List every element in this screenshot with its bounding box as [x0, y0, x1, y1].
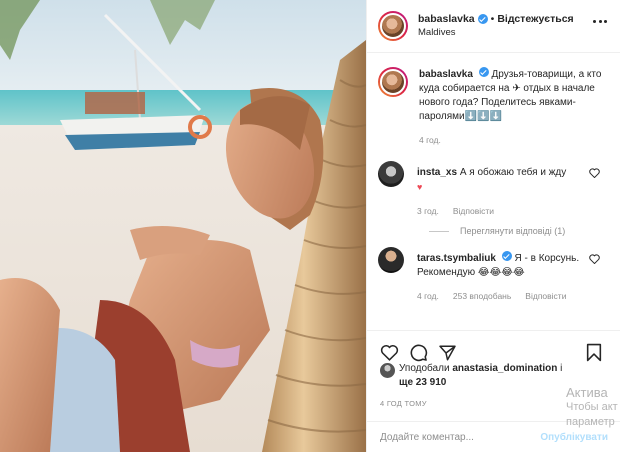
post-timestamp[interactable]: 4 ГОД ТОМУ	[380, 399, 427, 408]
commenter-username[interactable]: taras.tsymbaliuk	[417, 253, 496, 264]
heart-icon[interactable]	[380, 344, 399, 361]
caption-username[interactable]: babaslavka	[419, 69, 473, 80]
reply-button[interactable]: Відповісти	[453, 206, 494, 216]
comment-item: insta_xs А я обожаю тебя и жду ♥ 3 год. …	[378, 161, 608, 216]
replies-divider	[429, 230, 449, 232]
verified-badge-icon	[501, 251, 512, 261]
reply-button[interactable]: Відповісти	[525, 291, 566, 301]
view-replies-label: Переглянути відповіді (1)	[460, 226, 566, 236]
comment-time[interactable]: 4 год.	[417, 291, 439, 301]
post-actions-bar	[367, 330, 620, 366]
commenter-avatar[interactable]	[378, 161, 404, 187]
post-header: babaslavka • Відстежується Maldives	[367, 0, 620, 53]
separator-dot: •	[490, 13, 495, 25]
author-avatar[interactable]	[378, 11, 408, 41]
comment-icon[interactable]	[409, 343, 428, 362]
more-options-icon[interactable]	[593, 20, 607, 24]
publish-button[interactable]: Опублікувати	[540, 432, 608, 443]
post-photo[interactable]	[0, 0, 366, 452]
add-comment-bar: Опублікувати	[367, 421, 620, 452]
verified-badge-icon	[477, 14, 488, 24]
comment-like-heart-icon[interactable]	[589, 168, 600, 178]
following-button[interactable]: Відстежується	[497, 12, 573, 26]
post-location[interactable]: Maldives	[418, 26, 574, 40]
commenter-avatar[interactable]	[378, 247, 404, 273]
comment-like-heart-icon[interactable]	[589, 254, 600, 264]
post-caption: babaslavka Друзья-товарищи, а кто куда с…	[378, 67, 608, 145]
photo-illustration	[0, 0, 366, 452]
comment-likes-count[interactable]: 253 вподобань	[453, 291, 511, 301]
comment-item: taras.tsymbaliuk Я - в Корсунь. Рекоменд…	[378, 247, 608, 301]
likes-conjunction: і	[560, 363, 563, 374]
likes-prefix: Уподобали	[399, 363, 450, 374]
caption-author-avatar[interactable]	[378, 67, 408, 97]
view-replies-button[interactable]: Переглянути відповіді (1)	[429, 226, 608, 236]
comments-list[interactable]: babaslavka Друзья-товарищи, а кто куда с…	[367, 53, 620, 330]
author-username[interactable]: babaslavka	[418, 12, 475, 26]
share-icon[interactable]	[438, 344, 457, 362]
post-details-panel: babaslavka • Відстежується Maldives baba…	[366, 0, 620, 452]
comment-text: А я обожаю тебя и жду	[459, 167, 567, 178]
liker-avatar[interactable]	[380, 363, 395, 378]
liker-username[interactable]: anastasia_domination	[452, 363, 557, 374]
comment-input[interactable]	[380, 431, 541, 443]
likes-more-count[interactable]: ще 23 910	[399, 377, 446, 388]
comment-emoji: ♥	[417, 182, 423, 192]
caption-time[interactable]: 4 год.	[419, 135, 441, 145]
verified-badge-icon	[478, 67, 489, 77]
bookmark-icon[interactable]	[586, 343, 602, 362]
likes-summary: Уподобали anastasia_domination і ще 23 9…	[380, 362, 608, 390]
comment-time[interactable]: 3 год.	[417, 206, 439, 216]
commenter-username[interactable]: insta_xs	[417, 167, 457, 178]
